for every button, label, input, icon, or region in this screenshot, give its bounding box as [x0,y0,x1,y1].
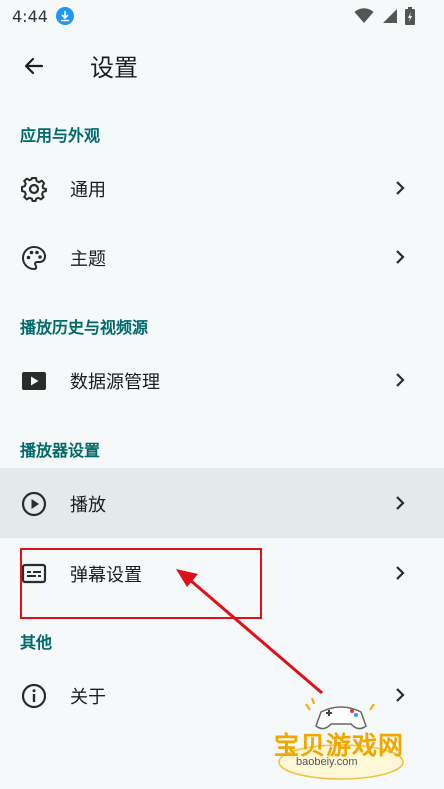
settings-item-label: 关于 [70,687,106,708]
gear-icon [20,175,48,203]
status-time: 4:44 [12,6,48,26]
settings-item-general[interactable]: 通用 [0,153,444,223]
signal-icon [383,9,397,23]
chevron-right-icon [396,181,405,195]
chevron-right-icon [396,373,405,387]
back-button[interactable] [14,46,54,86]
settings-item-label: 数据源管理 [70,372,160,393]
section-header-appearance: 应用与外观 [20,126,101,145]
download-icon [55,7,74,25]
watermark-logo: 宝贝游戏网 baobeiy.com [266,696,416,782]
settings-item-theme[interactable]: 主题 [0,222,444,292]
chevron-right-icon [396,250,405,264]
chevron-right-icon [396,566,405,580]
info-icon [20,682,48,710]
section-header-other: 其他 [20,633,53,652]
wifi-icon [354,8,374,23]
annotation-highlight-box [20,548,262,619]
settings-item-label: 通用 [70,180,106,201]
battery-icon [405,7,415,25]
section-header-player: 播放器设置 [20,441,101,460]
settings-item-data-sources[interactable]: 数据源管理 [0,345,444,415]
arrow-left-icon [24,57,44,75]
watermark-url: baobeiy.com [296,756,358,768]
play-box-icon [20,367,48,395]
chevron-right-icon [396,496,405,510]
app-bar: 设置 [0,32,444,96]
settings-item-label: 播放 [70,495,106,516]
status-icons [354,6,416,26]
settings-item-playback[interactable]: 播放 [0,468,444,538]
settings-item-label: 主题 [70,249,106,270]
palette-icon [20,244,48,272]
status-bar: 4:44 [0,0,444,32]
page-title: 设置 [90,54,138,82]
section-header-sources: 播放历史与视频源 [20,318,149,337]
play-circle-icon [20,490,48,518]
